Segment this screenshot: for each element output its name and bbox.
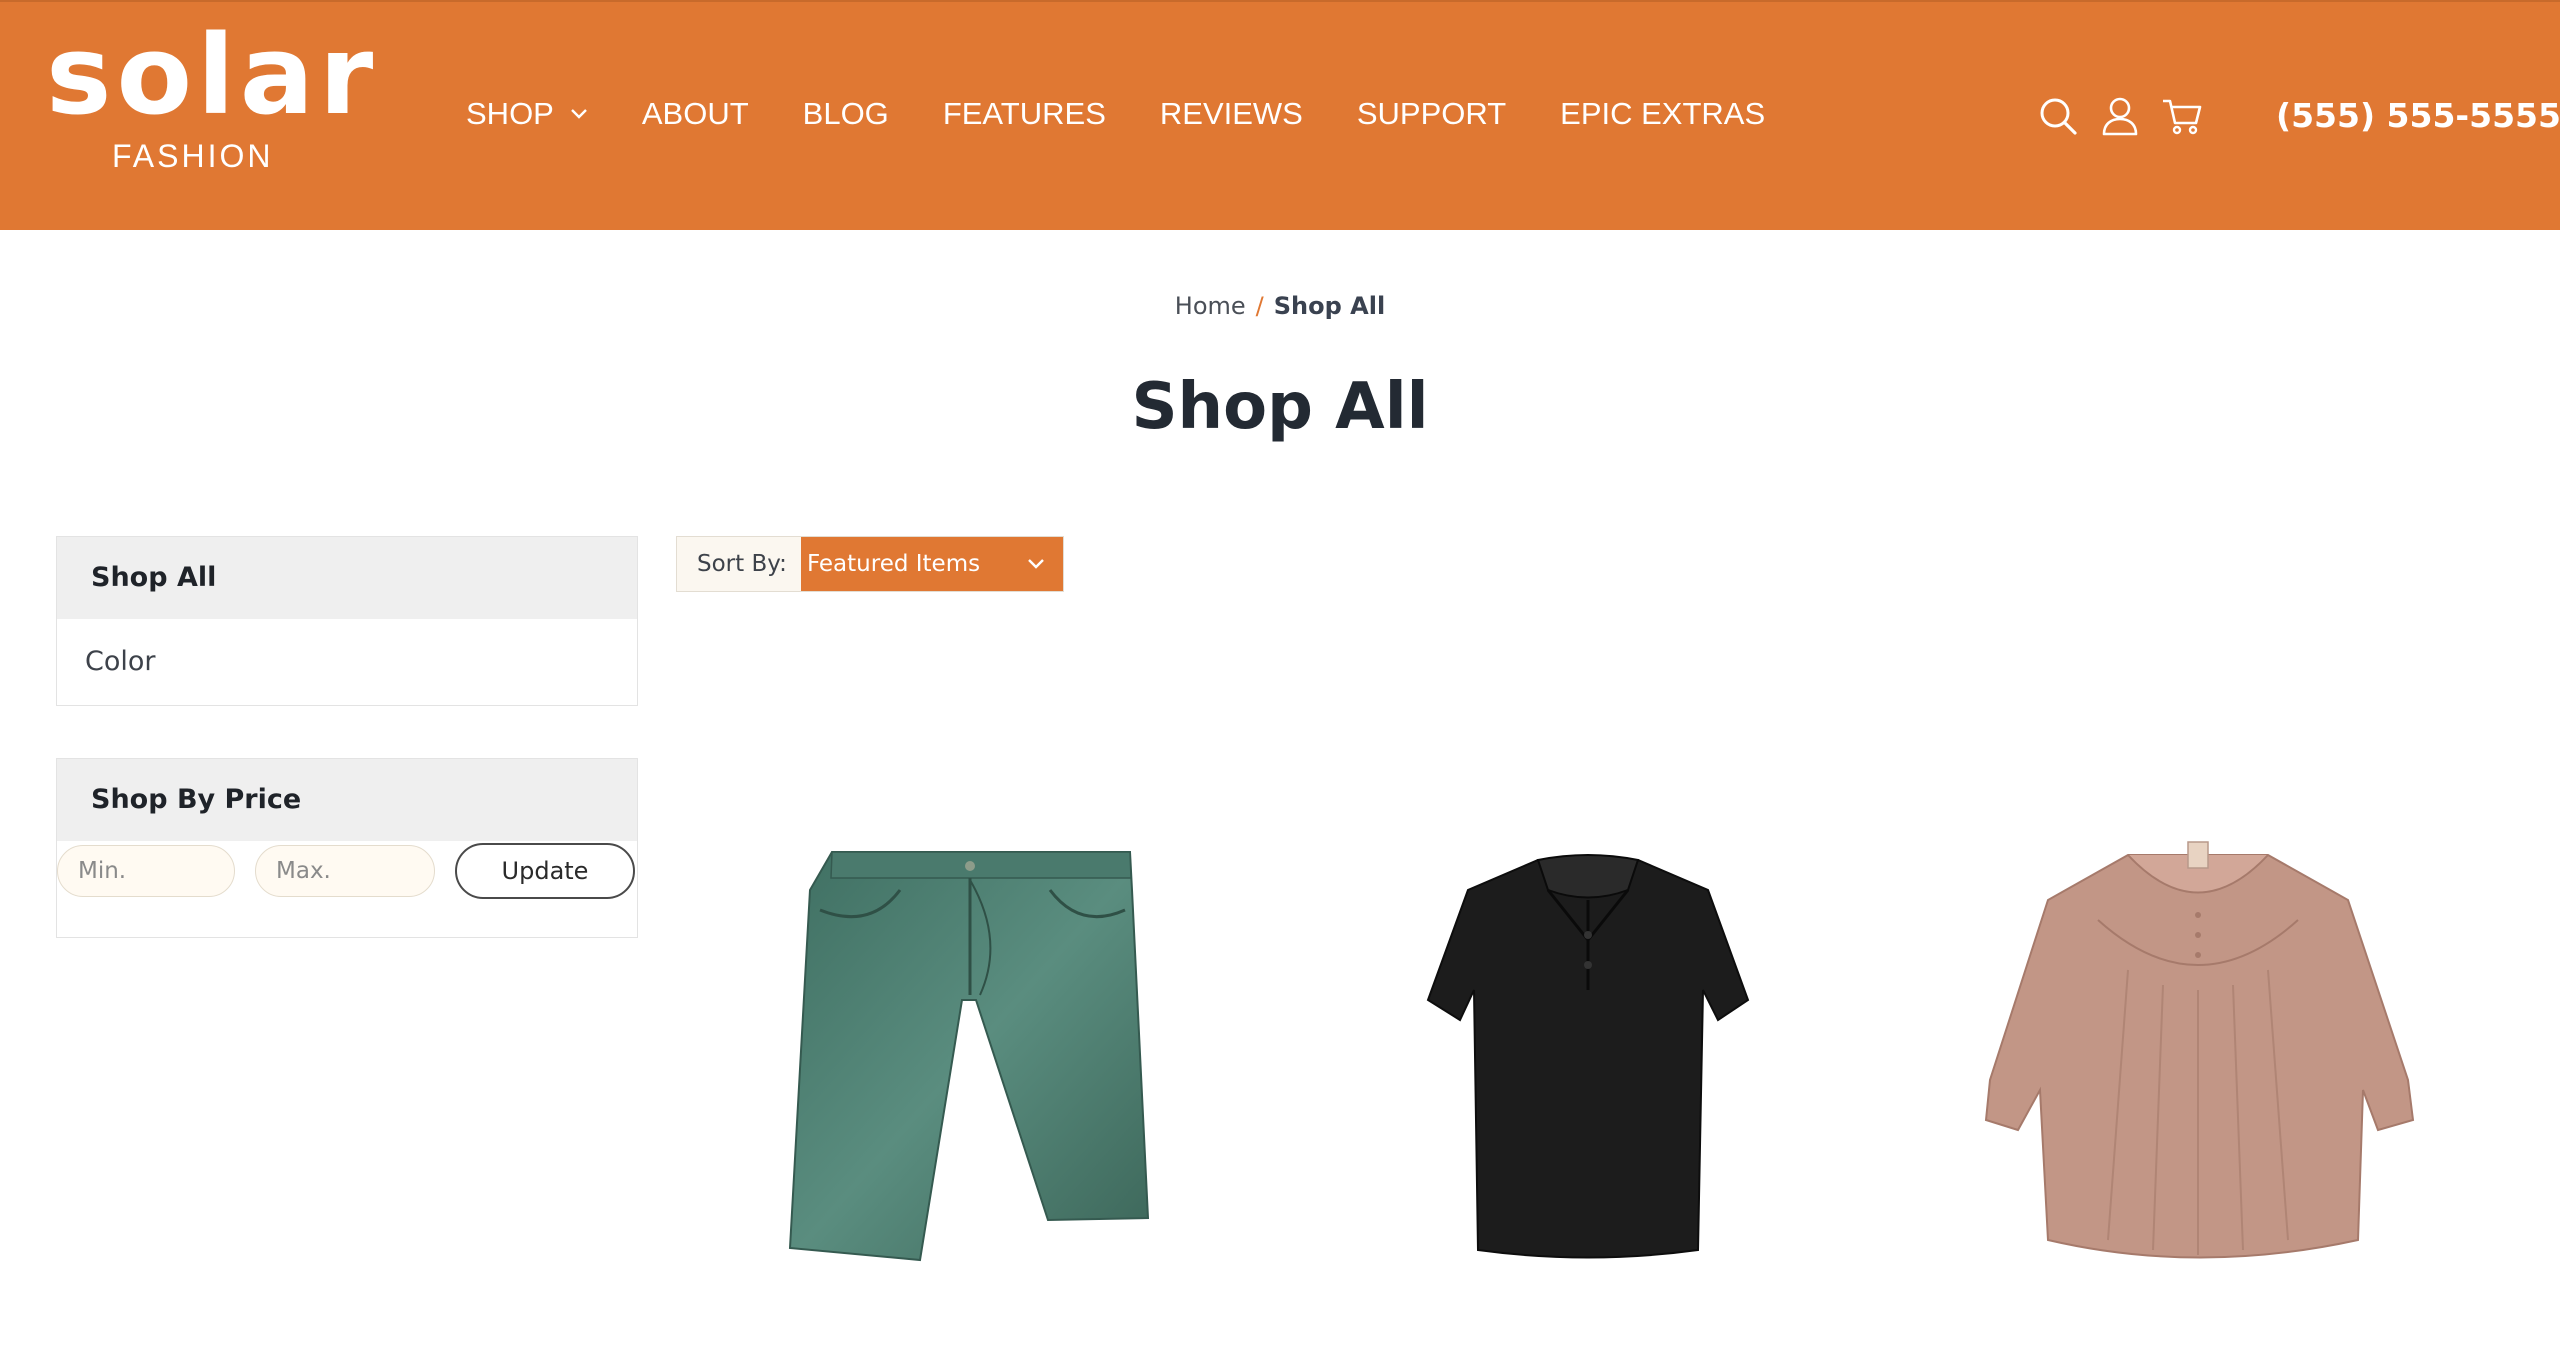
breadcrumb-separator: / <box>1255 292 1264 320</box>
chevron-down-icon <box>1028 559 1044 569</box>
main-nav: SHOP ABOUT BLOG FEATURES REVIEWS SUPPORT… <box>466 98 1819 129</box>
search-icon[interactable] <box>2036 94 2080 138</box>
nav-item-label: BLOG <box>802 96 889 131</box>
product-card[interactable] <box>1978 820 2418 1290</box>
max-price-input[interactable] <box>255 845 435 897</box>
cart-icon[interactable] <box>2160 94 2204 138</box>
price-filter-panel: Shop By Price Update <box>56 758 638 938</box>
phone-number[interactable]: (555) 555-5555 <box>2276 94 2560 138</box>
nav-item-label: REVIEWS <box>1159 96 1303 131</box>
nav-item-about[interactable]: ABOUT <box>642 98 749 129</box>
nav-item-epic-extras[interactable]: EPIC EXTRAS <box>1560 98 1765 129</box>
nav-item-label: FEATURES <box>942 96 1106 131</box>
category-panel-heading: Shop All <box>57 537 637 619</box>
product-image-shorts[interactable] <box>780 820 1160 1290</box>
sort-select[interactable]: Featured Items <box>800 537 1063 591</box>
nav-item-label: SHOP <box>466 96 554 131</box>
brand-logo[interactable]: solar FASHION <box>46 20 373 182</box>
product-card[interactable] <box>780 820 1160 1290</box>
page-title: Shop All <box>1131 370 1429 444</box>
chevron-down-icon <box>571 108 587 119</box>
nav-item-label: EPIC EXTRAS <box>1560 96 1766 131</box>
logo-wordmark: solar <box>46 11 379 139</box>
product-image-blouse[interactable] <box>1978 820 2418 1290</box>
nav-item-support[interactable]: SUPPORT <box>1357 98 1506 129</box>
sort-control: Sort By: Featured Items <box>676 536 1064 592</box>
product-image-polo[interactable] <box>1418 820 1758 1290</box>
sort-selected-value: Featured Items <box>806 551 981 577</box>
category-list: Color <box>57 619 637 705</box>
price-filter-heading: Shop By Price <box>57 759 637 841</box>
nav-item-reviews[interactable]: REVIEWS <box>1160 98 1303 129</box>
update-price-button[interactable]: Update <box>455 843 635 899</box>
header-icons <box>2036 94 2222 138</box>
nav-item-features[interactable]: FEATURES <box>943 98 1106 129</box>
price-filter-row: Update <box>57 843 637 899</box>
sort-label: Sort By: <box>677 537 801 591</box>
category-panel: Shop All Color <box>56 536 638 706</box>
breadcrumb-home[interactable]: Home <box>1175 292 1246 320</box>
nav-item-shop[interactable]: SHOP <box>466 98 588 129</box>
nav-item-blog[interactable]: BLOG <box>803 98 889 129</box>
product-card[interactable] <box>1418 820 1758 1290</box>
nav-item-label: SUPPORT <box>1356 96 1507 131</box>
site-header: solar FASHION SHOP ABOUT BLOG FEATURES R… <box>0 0 2560 230</box>
breadcrumb: Home / Shop All <box>0 292 2560 320</box>
nav-item-label: ABOUT <box>641 96 749 131</box>
min-price-input[interactable] <box>57 845 235 897</box>
category-link-color[interactable]: Color <box>85 619 609 705</box>
logo-tagline: FASHION <box>112 138 274 174</box>
breadcrumb-current: Shop All <box>1273 292 1386 320</box>
user-icon[interactable] <box>2098 94 2142 138</box>
